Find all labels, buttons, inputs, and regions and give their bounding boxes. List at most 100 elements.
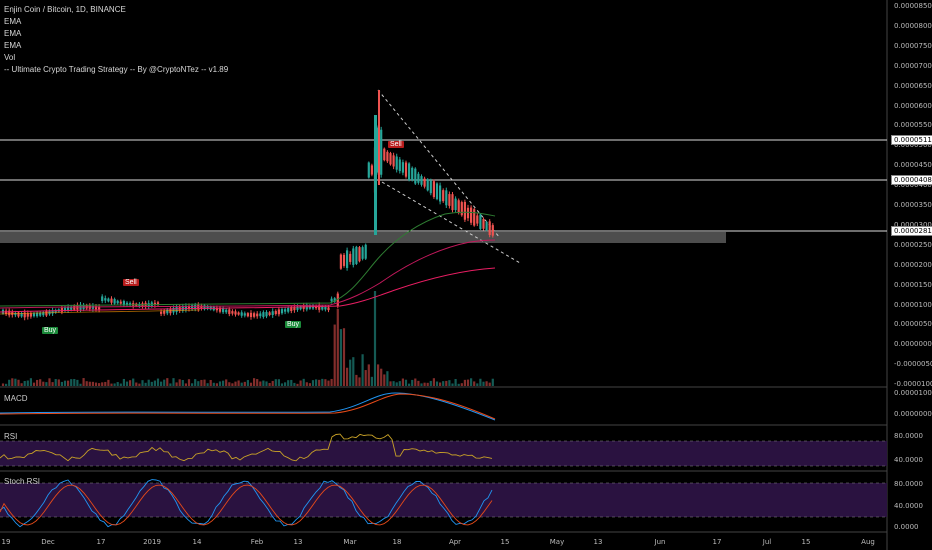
volume-bar [470, 378, 473, 386]
candle-body [318, 304, 321, 310]
volume-bar [141, 380, 144, 386]
volume-bar [268, 382, 271, 386]
volume-bar [411, 379, 414, 386]
volume-bar [457, 383, 460, 386]
rsi-pane-label[interactable]: RSI [4, 432, 17, 441]
volume-bar [163, 379, 166, 386]
volume-bar [358, 377, 361, 386]
candle-body [445, 190, 448, 206]
volume-bar [392, 381, 395, 386]
volume-bar [420, 383, 423, 386]
volume-bar [296, 383, 299, 386]
volume-bar [479, 378, 482, 386]
price-axis-tick: 0.00003500 [894, 201, 932, 209]
candle-body [476, 215, 479, 224]
study-ema-3[interactable]: EMA [4, 41, 21, 50]
candle-body [380, 129, 383, 175]
candle-body [107, 298, 110, 302]
volume-bar [91, 381, 94, 386]
volume-bar [380, 368, 383, 386]
volume-bar [119, 383, 122, 386]
candle-body [231, 311, 234, 314]
stoch-rsi-pane-label[interactable]: Stoch RSI [4, 477, 40, 486]
candle-body [460, 202, 463, 216]
candle-body [110, 298, 113, 303]
candle-body [324, 306, 327, 310]
candle-body [386, 151, 389, 162]
candle-body [482, 218, 485, 229]
price-axis-tick: 0.00002500 [894, 240, 932, 249]
study-volume[interactable]: Vol [4, 53, 15, 62]
candle-body [395, 156, 398, 170]
time-axis-tick: 13 [293, 538, 303, 546]
candle-body [262, 312, 265, 317]
pane-axis-tick: 40.0000 [894, 456, 923, 464]
study-ema-2[interactable]: EMA [4, 29, 21, 38]
volume-bar [249, 382, 253, 386]
candle-body [98, 307, 101, 310]
volume-bar [361, 354, 364, 386]
volume-bar [23, 380, 26, 386]
rsi-band [0, 441, 887, 466]
candle-body [435, 183, 439, 200]
time-axis-tick: 2019 [143, 538, 161, 546]
buy-signal-marker: Buy [285, 321, 302, 328]
volume-bar [129, 380, 132, 386]
candle-body [439, 185, 442, 202]
volume-bar [54, 379, 57, 386]
price-chart[interactable] [0, 0, 932, 550]
study-strategy[interactable]: -- Ultimate Crypto Trading Strategy -- B… [4, 65, 228, 74]
time-axis-tick: Jul [762, 538, 772, 546]
volume-bar [116, 382, 119, 386]
price-axis-tick: -0.00001000 [894, 380, 932, 389]
volume-bar [451, 383, 454, 386]
candle-body [256, 313, 259, 317]
candle-body [378, 90, 380, 185]
volume-bar [482, 381, 485, 386]
volume-bar [342, 328, 346, 386]
volume-bar [373, 291, 377, 386]
volume-bar [277, 379, 280, 386]
candle-body [290, 307, 293, 312]
volume-bar [51, 382, 54, 386]
volume-bar [113, 383, 116, 386]
candle-body [26, 313, 29, 317]
volume-bar [73, 378, 76, 386]
sell-signal-marker: Sell [388, 141, 404, 148]
candle-body [420, 176, 423, 185]
price-axis-tick: 0.00008000 [894, 21, 932, 30]
volume-bar [200, 379, 203, 386]
candle-body [355, 246, 358, 265]
volume-bar [29, 378, 32, 386]
volume-bar [101, 382, 104, 386]
candle-body [457, 200, 460, 213]
candle-body [463, 201, 466, 220]
macd-pane-label[interactable]: MACD [4, 394, 28, 403]
volume-bar [401, 378, 404, 386]
volume-bar [336, 309, 339, 386]
candle-body [116, 300, 119, 304]
candle-body [60, 307, 63, 312]
candle-body [429, 180, 432, 194]
candle-body [32, 313, 36, 317]
volume-bar [404, 379, 408, 386]
candle-body [175, 307, 178, 312]
volume-bar [442, 381, 445, 386]
volume-bar [293, 382, 296, 386]
volume-bar [364, 370, 367, 386]
candle-body [339, 254, 342, 269]
candle-body [370, 165, 373, 175]
volume-bar [39, 379, 42, 386]
price-axis-tick: 0.00001500 [894, 280, 932, 289]
sell-signal-marker: Sell [123, 279, 139, 286]
study-ema-1[interactable]: EMA [4, 17, 21, 26]
volume-bar [225, 379, 228, 386]
candle-body [491, 225, 494, 236]
pane-axis-tick: 0.00000000 [894, 410, 932, 418]
volume-bar [60, 381, 63, 386]
macd-signal-line [0, 393, 496, 420]
volume-bar [367, 364, 370, 386]
support-zone [0, 232, 726, 243]
volume-bar [132, 378, 135, 386]
volume-bar [460, 383, 463, 386]
